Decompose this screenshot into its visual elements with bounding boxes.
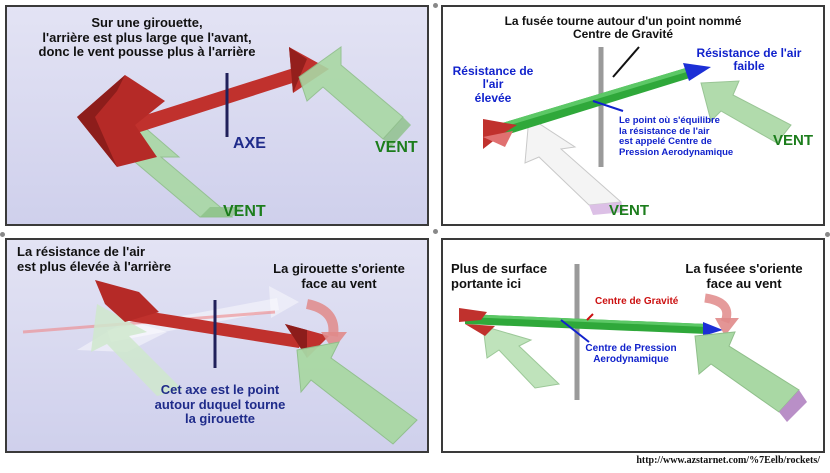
- axis-note: Cet axe est le point autour duquel tourn…: [154, 382, 286, 427]
- panel-3-caption: La résistance de l'air est plus élevée à…: [17, 244, 172, 274]
- panel-vane-orientation: La résistance de l'air est plus élevée à…: [5, 238, 429, 453]
- wind-arrow-right: [694, 331, 800, 413]
- divider-dot: [433, 229, 438, 234]
- wind-arrow-left: [482, 325, 561, 389]
- resistance-low-label: Résistance de l'air faible: [696, 46, 802, 74]
- axis-label: AXE: [233, 135, 266, 152]
- orient-label: La girouette s'oriente face au vent: [273, 261, 405, 291]
- panel-2-caption: La fusée tourne autour d'un point nommé …: [504, 14, 742, 42]
- pressure-label: Centre de Pression Aerodynamique: [585, 343, 677, 366]
- wind-arrow-right: [296, 341, 418, 445]
- wind-arrow-bottom: [524, 116, 623, 206]
- gravity-label: Centre de Gravité: [595, 296, 679, 307]
- divider-dot: [0, 232, 5, 237]
- pressure-note: Le point où s'équilibre la résistance de…: [619, 115, 734, 158]
- divider-dot: [433, 3, 438, 8]
- surface-label: Plus de surface portante ici: [451, 261, 548, 291]
- orient-label: La fuséee s'oriente face au vent: [685, 261, 803, 291]
- divider-dot: [825, 232, 830, 237]
- panel-vane-principle: Sur une girouette, l'arrière est plus la…: [5, 5, 429, 226]
- wind-label-right: VENT: [375, 139, 418, 156]
- panel-1-caption: Sur une girouette, l'arrière est plus la…: [38, 15, 256, 60]
- wind-label-right: VENT: [773, 132, 814, 149]
- wind-label-bottom: VENT: [223, 203, 266, 220]
- panel-rocket-orientation: Plus de surface portante ici La fuséee s…: [441, 238, 825, 453]
- resistance-high-label: Résistance de l'air élevée: [452, 64, 534, 105]
- panel-rocket-principle: La fusée tourne autour d'un point nommé …: [441, 5, 825, 226]
- wind-label-bottom: VENT: [609, 202, 650, 219]
- wind-arrow-right: [298, 46, 404, 140]
- source-url[interactable]: http://www.azstarnet.com/%7Eelb/rockets/: [636, 455, 820, 466]
